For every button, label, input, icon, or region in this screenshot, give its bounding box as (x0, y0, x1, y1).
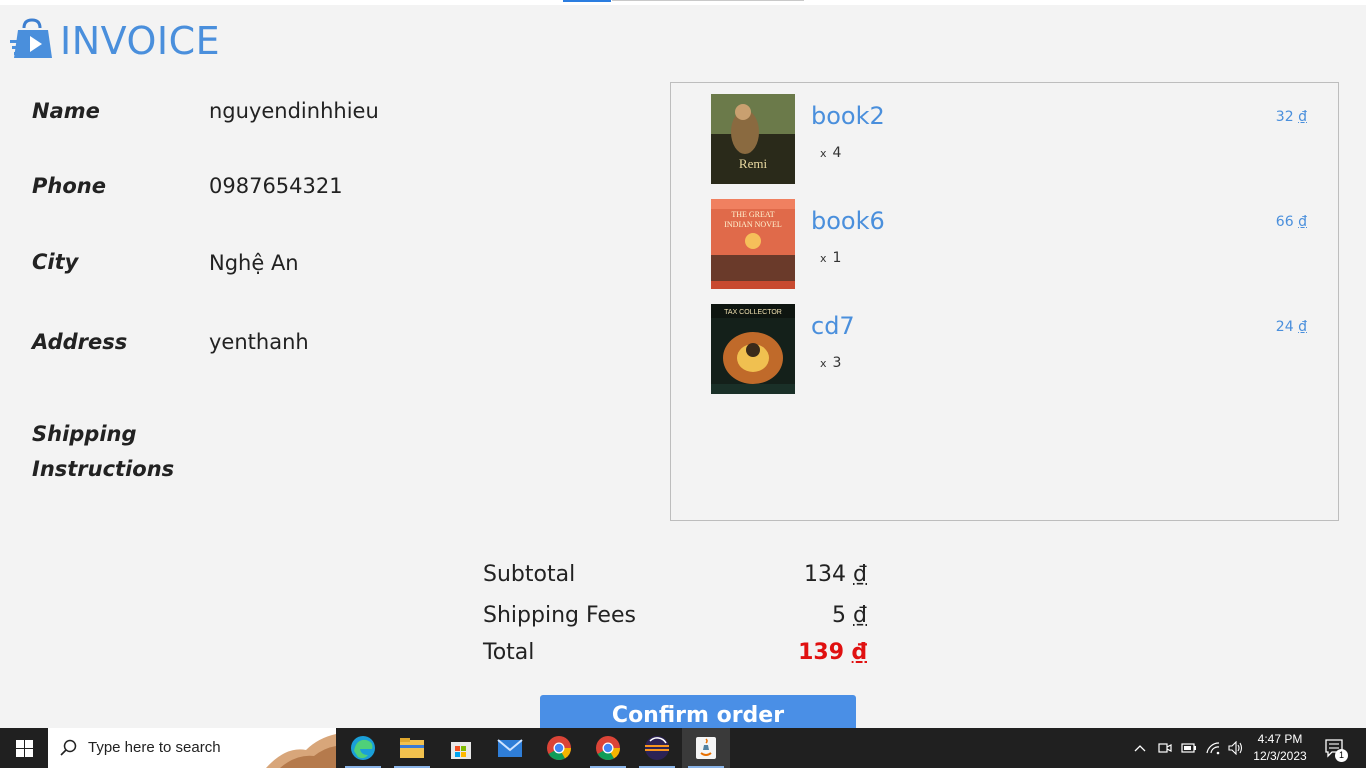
subtotal-amount: 134 (804, 562, 846, 587)
mail-icon (497, 739, 523, 757)
taskbar-search-box[interactable]: Type here to search (48, 728, 336, 768)
meet-now-icon[interactable] (1155, 728, 1175, 768)
svg-text:Remi: Remi (739, 156, 768, 171)
item-name[interactable]: cd7 (811, 312, 855, 340)
quantity-value: 3 (832, 355, 842, 371)
quantity-value: 1 (832, 250, 842, 266)
wifi-icon[interactable] (1203, 728, 1223, 768)
taskbar-eclipse[interactable] (633, 728, 681, 768)
name-value: nguyendinhhieu (209, 99, 379, 123)
shipping-label-line1: Shipping (32, 422, 137, 446)
phone-label: Phone (32, 174, 106, 198)
quantity-value: 4 (832, 145, 842, 161)
item-name[interactable]: book6 (811, 207, 885, 235)
price-value: 66 (1275, 214, 1294, 230)
taskbar-chrome[interactable] (535, 728, 583, 768)
shipping-amount: 5 (832, 603, 846, 628)
search-highlight-image (266, 734, 336, 768)
cart-item[interactable]: Remi book2 x4 32 ₫ (711, 94, 1307, 184)
clock-time: 4:47 PM (1257, 732, 1303, 746)
item-quantity: x1 (820, 250, 841, 266)
eclipse-icon (645, 736, 669, 760)
item-price: 66 ₫ (1276, 214, 1307, 230)
taskbar-clock[interactable]: 4:47 PM 12/3/2023 (1244, 731, 1316, 765)
store-icon (451, 742, 471, 759)
book-cover-image: THE GREAT INDIAN NOVEL (711, 199, 795, 289)
currency-symbol: ₫ (853, 562, 867, 587)
taskbar: Type here to search 4:47 PM 12/3/2023 1 (0, 728, 1366, 768)
book-cover-image: Remi (711, 94, 795, 184)
taskbar-store[interactable] (437, 728, 485, 768)
item-price: 24 ₫ (1276, 319, 1307, 335)
name-label: Name (32, 99, 100, 123)
cart-item[interactable]: TAX COLLECTOR cd7 x3 24 ₫ (711, 304, 1307, 394)
quantity-prefix: x (820, 147, 827, 160)
total-amount: 139 (798, 640, 845, 665)
total-value: 139 ₫ (798, 640, 867, 665)
java-icon (696, 737, 716, 759)
item-price: 32 ₫ (1276, 109, 1307, 125)
item-quantity: x4 (820, 145, 841, 161)
taskbar-java[interactable] (682, 728, 730, 768)
shopping-bag-logo-icon (10, 18, 52, 58)
subtotal-value: 134 ₫ (804, 562, 867, 587)
price-value: 32 (1275, 109, 1294, 125)
page-title: INVOICE (60, 19, 221, 63)
tab-indicator (563, 0, 611, 2)
cd-cover-image: TAX COLLECTOR (711, 304, 795, 394)
subtotal-label: Subtotal (483, 562, 576, 587)
taskbar-chrome-2[interactable] (584, 728, 632, 768)
price-value: 24 (1275, 319, 1294, 335)
currency-symbol: ₫ (853, 603, 867, 628)
svg-text:TAX COLLECTOR: TAX COLLECTOR (724, 309, 782, 316)
currency-symbol: ₫ (1298, 214, 1307, 230)
item-quantity: x3 (820, 355, 841, 371)
tray-overflow-chevron-icon[interactable] (1130, 728, 1150, 768)
city-label: City (32, 250, 79, 274)
svg-text:THE GREAT: THE GREAT (731, 210, 774, 219)
search-placeholder: Type here to search (88, 739, 221, 756)
start-button[interactable] (0, 728, 48, 768)
shipping-instructions-label: Shipping Instructions (32, 417, 174, 487)
shipping-label-line2: Instructions (32, 457, 175, 481)
cart-panel: Remi book2 x4 32 ₫ THE GREAT INDIAN NOVE… (670, 82, 1339, 521)
currency-symbol: ₫ (1298, 319, 1307, 335)
taskbar-file-explorer[interactable] (388, 728, 436, 768)
tab-divider (612, 0, 804, 1)
quantity-prefix: x (820, 357, 827, 370)
edge-icon (351, 736, 375, 760)
currency-symbol: ₫ (1298, 109, 1307, 125)
total-label: Total (483, 640, 535, 665)
quantity-prefix: x (820, 252, 827, 265)
cart-item[interactable]: THE GREAT INDIAN NOVEL book6 x1 66 ₫ (711, 199, 1307, 289)
currency-symbol: ₫ (851, 640, 867, 665)
notification-center[interactable]: 1 (1320, 728, 1350, 768)
svg-text:INDIAN NOVEL: INDIAN NOVEL (724, 220, 782, 229)
search-icon (60, 739, 77, 756)
browser-top-strip (0, 0, 1366, 5)
windows-logo-icon (15, 739, 33, 757)
item-name[interactable]: book2 (811, 102, 885, 130)
shipping-fees-value: 5 ₫ (832, 603, 867, 628)
shipping-fees-label: Shipping Fees (483, 603, 636, 628)
battery-icon[interactable] (1179, 728, 1199, 768)
address-value: yenthanh (209, 330, 309, 354)
city-value: Nghệ An (209, 251, 299, 275)
taskbar-edge[interactable] (339, 728, 387, 768)
volume-icon[interactable] (1226, 728, 1246, 768)
page-header: INVOICE (10, 18, 220, 64)
phone-value: 0987654321 (209, 174, 343, 198)
notification-count-badge: 1 (1335, 749, 1348, 762)
clock-date: 12/3/2023 (1253, 749, 1307, 763)
taskbar-mail[interactable] (486, 728, 534, 768)
file-explorer-icon (400, 738, 424, 758)
chrome-icon (596, 736, 620, 761)
address-label: Address (32, 330, 128, 354)
chrome-icon (547, 736, 571, 761)
